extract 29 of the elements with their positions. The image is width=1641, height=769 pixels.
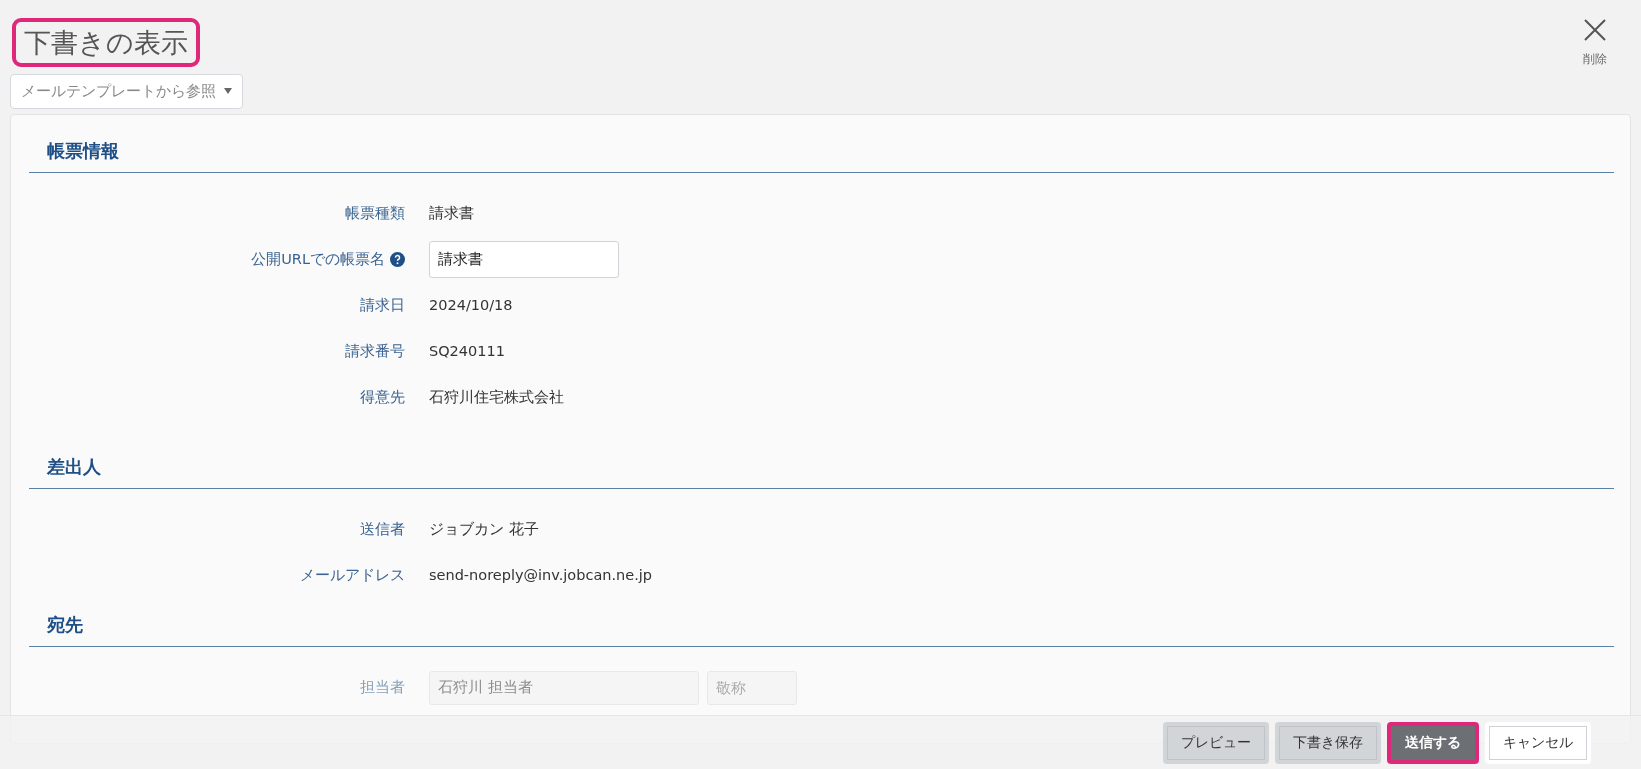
field-value: 2024/10/18 bbox=[429, 295, 513, 315]
template-dropdown[interactable]: メールテンプレートから参照 bbox=[10, 74, 243, 109]
field-label: 送信者 bbox=[360, 519, 405, 539]
field-label: 公開URLでの帳票名 bbox=[251, 249, 385, 269]
field-value: ジョブカン 花子 bbox=[429, 519, 539, 539]
field-label: 帳票種類 bbox=[345, 203, 405, 223]
caret-icon bbox=[224, 88, 232, 95]
field-value: 石狩川住宅株式会社 bbox=[429, 387, 564, 407]
field-label: メールアドレス bbox=[300, 565, 405, 585]
section-heading: 差出人 bbox=[29, 452, 1614, 489]
section-heading: 宛先 bbox=[29, 610, 1614, 647]
text-field[interactable]: 請求書 bbox=[429, 241, 619, 278]
close-icon bbox=[1583, 18, 1607, 42]
field-value: 請求書 bbox=[429, 203, 474, 223]
field-label: 請求番号 bbox=[345, 341, 405, 361]
field-value: send-noreply@inv.jobcan.ne.jp bbox=[429, 565, 653, 585]
field-label: 得意先 bbox=[360, 387, 405, 407]
field-label: 請求日 bbox=[360, 295, 405, 315]
action-button[interactable]: プレビュー bbox=[1163, 721, 1269, 764]
field-label: 担当者 bbox=[360, 677, 405, 697]
honorific-field[interactable]: 敬称 bbox=[707, 670, 797, 705]
field-value: SQ240111 bbox=[429, 341, 505, 361]
page-title: 下書きの表示 bbox=[12, 18, 200, 68]
help-icon[interactable] bbox=[390, 252, 405, 267]
action-button[interactable]: キャンセル bbox=[1485, 721, 1591, 764]
delete-button[interactable]: 削除 bbox=[1583, 18, 1607, 68]
action-button[interactable]: 送信する bbox=[1387, 721, 1479, 764]
action-button[interactable]: 下書き保存 bbox=[1275, 721, 1381, 764]
section-heading: 帳票情報 bbox=[29, 136, 1614, 173]
